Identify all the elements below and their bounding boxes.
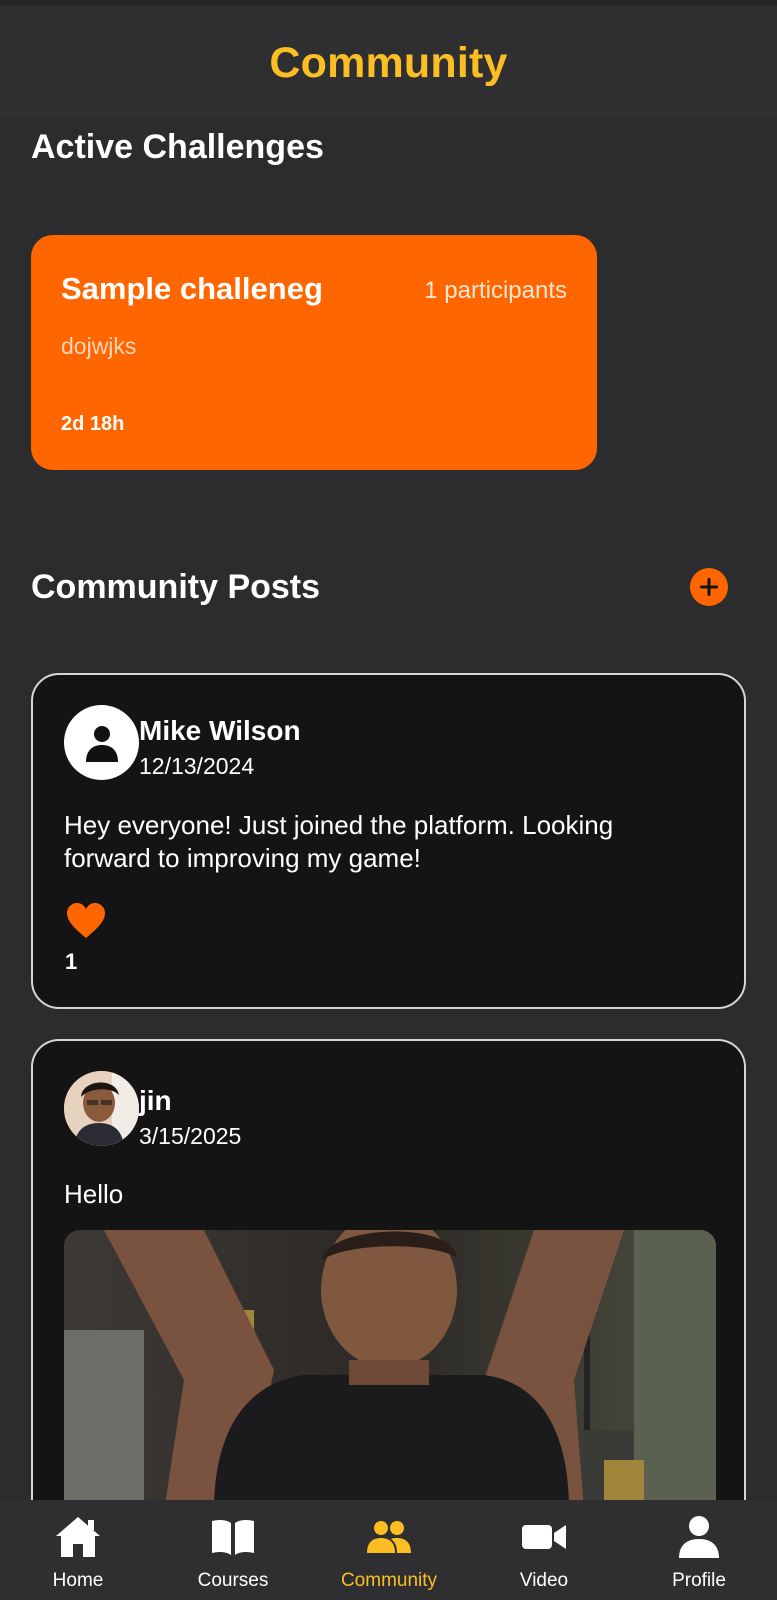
avatar[interactable] xyxy=(64,1071,139,1146)
home-icon xyxy=(56,1517,100,1557)
user-icon xyxy=(679,1516,719,1558)
user-photo xyxy=(64,1071,139,1146)
community-posts-heading: Community Posts xyxy=(31,568,321,606)
avatar[interactable] xyxy=(64,705,139,780)
post-date: 12/13/2024 xyxy=(139,753,255,779)
post-author[interactable]: jin xyxy=(139,1085,172,1117)
post-date: 3/15/2025 xyxy=(139,1123,242,1149)
gym-photo xyxy=(64,1230,716,1511)
nav-label: Video xyxy=(519,1570,569,1591)
post-card: jin 3/15/2025 Hello xyxy=(31,1039,746,1511)
challenge-description: dojwjks xyxy=(61,333,137,359)
book-icon xyxy=(212,1519,254,1555)
post-author[interactable]: Mike Wilson xyxy=(139,715,301,747)
nav-home[interactable]: Home xyxy=(0,1500,156,1600)
plus-icon xyxy=(700,578,718,596)
add-post-button[interactable] xyxy=(690,568,728,606)
nav-label: Home xyxy=(52,1570,104,1591)
like-count: 1 xyxy=(65,949,78,974)
video-camera-icon xyxy=(522,1525,566,1549)
challenge-card[interactable]: Sample challeneg 1 participants dojwjks … xyxy=(31,235,597,470)
heart-icon xyxy=(67,903,105,938)
nav-label: Profile xyxy=(672,1570,726,1591)
active-challenges-heading: Active Challenges xyxy=(31,128,324,166)
nav-profile[interactable]: Profile xyxy=(621,1500,777,1600)
page-title: Community xyxy=(269,38,508,87)
users-icon xyxy=(367,1521,411,1553)
nav-courses[interactable]: Courses xyxy=(155,1500,311,1600)
nav-label: Courses xyxy=(197,1570,269,1591)
nav-label: Community xyxy=(340,1570,438,1591)
challenge-time-left: 2d 18h xyxy=(61,413,125,435)
challenge-participants: 1 participants xyxy=(424,277,567,304)
bottom-navigation: Home Courses Community Video Profile xyxy=(0,1500,777,1600)
post-text: Hey everyone! Just joined the platform. … xyxy=(64,810,614,873)
default-user-icon xyxy=(85,725,118,762)
challenge-name: Sample challeneg xyxy=(61,271,323,306)
top-app-bar: Community xyxy=(0,0,777,118)
post-image[interactable] xyxy=(64,1230,716,1511)
nav-community[interactable]: Community xyxy=(311,1500,467,1600)
post-card: Mike Wilson 12/13/2024 Hey everyone! Jus… xyxy=(31,673,746,1009)
nav-video[interactable]: Video xyxy=(466,1500,622,1600)
community-screen: Community Active Challenges Sample chall… xyxy=(0,0,777,1600)
like-button[interactable] xyxy=(66,903,106,939)
post-text: Hello xyxy=(64,1179,124,1209)
